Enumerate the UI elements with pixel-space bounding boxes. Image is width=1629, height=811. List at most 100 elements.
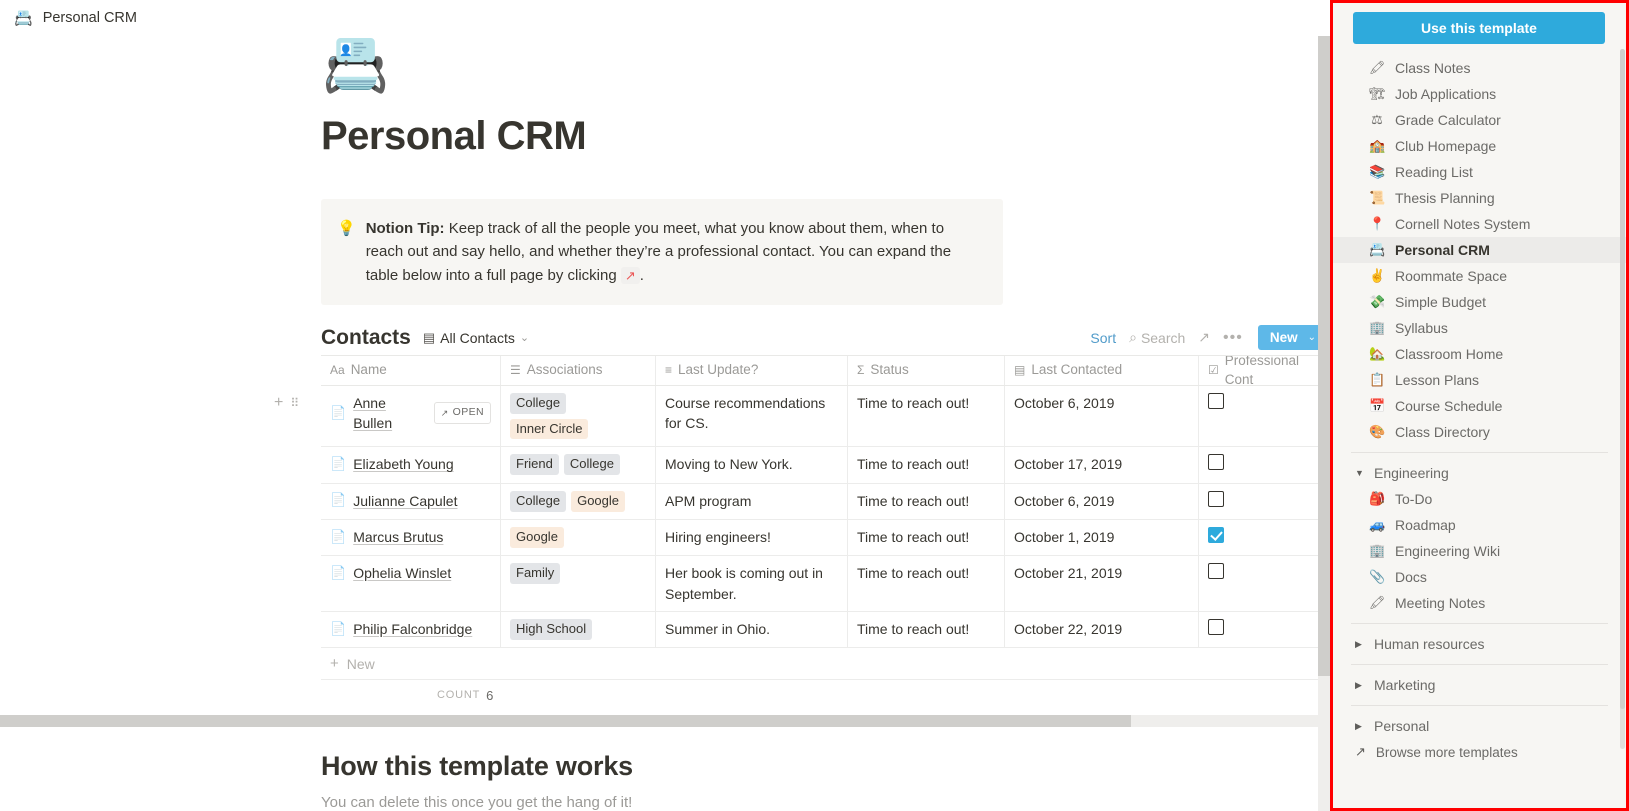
- column-header-last-update[interactable]: ≡ Last Update?: [656, 355, 848, 385]
- cell-associations[interactable]: High School: [501, 611, 656, 648]
- table-row[interactable]: 📄 Marcus Brutus Google Hiring engineers! Tim…: [321, 520, 1330, 557]
- professional-checkbox[interactable]: [1208, 490, 1224, 507]
- table-row[interactable]: 📄 Philip Falconbridge High School Summer in…: [321, 611, 1330, 649]
- template-item-roommate-space[interactable]: ✌ Roommate Space: [1333, 263, 1626, 289]
- cell-status[interactable]: Time to reach out!: [848, 483, 1005, 520]
- column-header-associations[interactable]: ☰ Associations: [501, 355, 656, 385]
- cell-professional-contact[interactable]: [1199, 612, 1330, 647]
- contact-name-link[interactable]: Julianne Capulet: [353, 491, 457, 511]
- cell-associations[interactable]: College Google: [501, 483, 656, 520]
- sidebar-scrollbar[interactable]: [1620, 49, 1625, 749]
- cell-last-update[interactable]: Summer in Ohio.: [656, 611, 848, 648]
- column-header-last-contacted[interactable]: ▤ Last Contacted: [1005, 355, 1199, 385]
- template-item-course-schedule[interactable]: 📅 Course Schedule: [1333, 393, 1626, 419]
- cell-last-contacted[interactable]: October 6, 2019: [1005, 483, 1199, 520]
- breadcrumb-title[interactable]: Personal CRM: [43, 10, 137, 26]
- template-item-club-homepage[interactable]: 🏫 Club Homepage: [1333, 133, 1626, 159]
- new-record-button[interactable]: New ⌄: [1257, 325, 1324, 351]
- cell-last-contacted[interactable]: October 21, 2019: [1005, 556, 1199, 611]
- table-row[interactable]: 📄 Julianne Capulet College Google APM progra…: [321, 483, 1330, 521]
- table-row[interactable]: 📄 Ophelia Winslet Family Her book is coming…: [321, 556, 1330, 612]
- association-tag[interactable]: High School: [510, 618, 593, 640]
- cell-name[interactable]: 📄 Elizabeth Young: [321, 447, 501, 483]
- cell-last-update[interactable]: Course recommendations for CS.: [656, 385, 848, 447]
- template-item-personal-crm[interactable]: 📇 Personal CRM: [1333, 237, 1626, 263]
- cell-associations[interactable]: College Inner Circle: [501, 385, 656, 447]
- association-tag[interactable]: College: [563, 454, 620, 476]
- cell-status[interactable]: Time to reach out!: [848, 385, 1005, 447]
- template-group-personal[interactable]: ▶ Personal: [1333, 713, 1626, 739]
- association-tag[interactable]: College: [510, 392, 567, 414]
- cell-status[interactable]: Time to reach out!: [848, 611, 1005, 648]
- template-group-marketing[interactable]: ▶ Marketing: [1333, 672, 1626, 698]
- association-tag[interactable]: Family: [510, 563, 561, 585]
- template-item-classroom-home[interactable]: 🏡 Classroom Home: [1333, 341, 1626, 367]
- add-new-row-button[interactable]: + New: [321, 648, 1330, 681]
- professional-checkbox[interactable]: [1208, 454, 1224, 471]
- more-options-button[interactable]: •••: [1223, 330, 1243, 345]
- cell-name[interactable]: 📄 Marcus Brutus: [321, 520, 501, 556]
- cell-name[interactable]: 📄 Ophelia Winslet: [321, 556, 501, 611]
- template-item-grade-calculator[interactable]: ⚖ Grade Calculator: [1333, 107, 1626, 133]
- cell-professional-contact[interactable]: [1199, 447, 1330, 482]
- cell-name[interactable]: 📄 Philip Falconbridge: [321, 611, 501, 648]
- vertical-scrollbar-thumb[interactable]: [1318, 36, 1330, 676]
- professional-checkbox[interactable]: [1208, 563, 1224, 580]
- cell-associations[interactable]: Google: [501, 520, 656, 556]
- cell-name[interactable]: 📄 Anne Bullen ↗ OPEN: [321, 385, 501, 447]
- template-item-engineering-wiki[interactable]: 🏢 Engineering Wiki: [1333, 538, 1626, 564]
- cell-last-contacted[interactable]: October 17, 2019: [1005, 447, 1199, 483]
- association-tag[interactable]: Google: [510, 527, 564, 548]
- template-group-human-resources[interactable]: ▶ Human resources: [1333, 631, 1626, 657]
- open-row-button[interactable]: ↗ OPEN: [433, 402, 491, 424]
- view-selector[interactable]: ▤ All Contacts ⌄: [423, 330, 529, 346]
- drag-handle-icon[interactable]: ⠿: [290, 397, 299, 409]
- expand-button[interactable]: ↗: [1198, 329, 1210, 346]
- horizontal-scrollbar-thumb[interactable]: [0, 715, 1131, 727]
- cell-last-contacted[interactable]: October 6, 2019: [1005, 385, 1199, 447]
- horizontal-scrollbar[interactable]: [0, 715, 1330, 727]
- template-item-cornell-notes-system[interactable]: 📍 Cornell Notes System: [1333, 211, 1626, 237]
- professional-checkbox[interactable]: [1208, 527, 1224, 544]
- column-header-status[interactable]: Σ Status: [848, 355, 1005, 385]
- template-item-syllabus[interactable]: 🏢 Syllabus: [1333, 315, 1626, 341]
- cell-last-update[interactable]: Moving to New York.: [656, 447, 848, 483]
- template-item-class-notes[interactable]: 🖍 Class Notes: [1333, 55, 1626, 81]
- add-row-icon[interactable]: +: [274, 394, 283, 411]
- browse-more-templates-link[interactable]: ↗ Browse more templates: [1333, 739, 1626, 765]
- use-this-template-button[interactable]: Use this template: [1353, 12, 1605, 44]
- template-item-meeting-notes[interactable]: 🖍 Meeting Notes: [1333, 590, 1626, 616]
- cell-last-update[interactable]: Hiring engineers!: [656, 520, 848, 556]
- contact-name-link[interactable]: Marcus Brutus: [353, 527, 443, 547]
- template-item-simple-budget[interactable]: 💸 Simple Budget: [1333, 289, 1626, 315]
- contact-name-link[interactable]: Anne Bullen: [353, 393, 425, 434]
- cell-last-update[interactable]: Her book is coming out in September.: [656, 556, 848, 611]
- table-row[interactable]: + ⠿ 📄 Anne Bullen ↗ OPEN College Inner Circle Co…: [274, 385, 1330, 448]
- cell-professional-contact[interactable]: [1199, 484, 1330, 519]
- template-item-lesson-plans[interactable]: 📋 Lesson Plans: [1333, 367, 1626, 393]
- association-tag[interactable]: Friend: [510, 454, 559, 476]
- cell-status[interactable]: Time to reach out!: [848, 556, 1005, 611]
- cell-last-update[interactable]: APM program: [656, 483, 848, 520]
- professional-checkbox[interactable]: [1208, 618, 1224, 635]
- cell-professional-contact[interactable]: [1199, 386, 1330, 447]
- template-item-docs[interactable]: 📎 Docs: [1333, 564, 1626, 590]
- column-header-professional-contact[interactable]: ☑ Professional Cont: [1199, 356, 1330, 385]
- association-tag[interactable]: Inner Circle: [510, 418, 589, 440]
- cell-status[interactable]: Time to reach out!: [848, 520, 1005, 556]
- template-item-reading-list[interactable]: 📚 Reading List: [1333, 159, 1626, 185]
- template-group-engineering[interactable]: ▼ Engineering: [1333, 460, 1626, 486]
- column-header-name[interactable]: Aa Name: [321, 355, 501, 385]
- cell-associations[interactable]: Friend College: [501, 447, 656, 483]
- contact-name-link[interactable]: Elizabeth Young: [353, 454, 453, 474]
- page-cover-icon[interactable]: 📇: [322, 38, 1330, 92]
- cell-associations[interactable]: Family: [501, 556, 656, 611]
- template-item-thesis-planning[interactable]: 📜 Thesis Planning: [1333, 185, 1626, 211]
- association-tag[interactable]: Google: [571, 490, 626, 512]
- cell-last-contacted[interactable]: October 1, 2019: [1005, 520, 1199, 556]
- search-button[interactable]: ⌕ Search: [1129, 329, 1185, 346]
- cell-status[interactable]: Time to reach out!: [848, 447, 1005, 483]
- cell-last-contacted[interactable]: October 22, 2019: [1005, 611, 1199, 648]
- cell-professional-contact[interactable]: [1199, 556, 1330, 611]
- professional-checkbox[interactable]: [1208, 392, 1224, 409]
